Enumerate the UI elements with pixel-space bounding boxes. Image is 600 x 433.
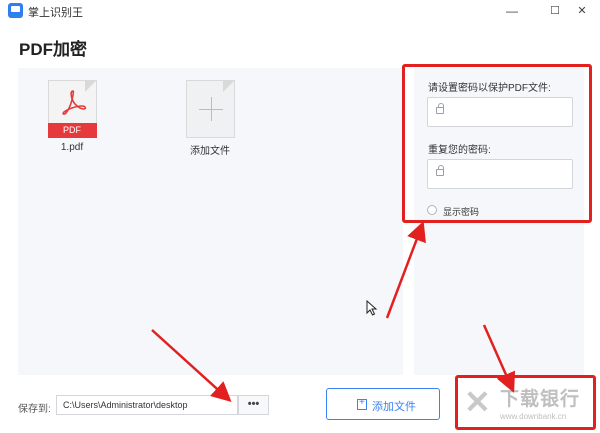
- arrow-to-browse: [151, 329, 232, 403]
- annotation-arrows: [151, 220, 516, 403]
- arrow-to-watermark: [482, 324, 516, 393]
- arrow-to-password: [385, 220, 426, 319]
